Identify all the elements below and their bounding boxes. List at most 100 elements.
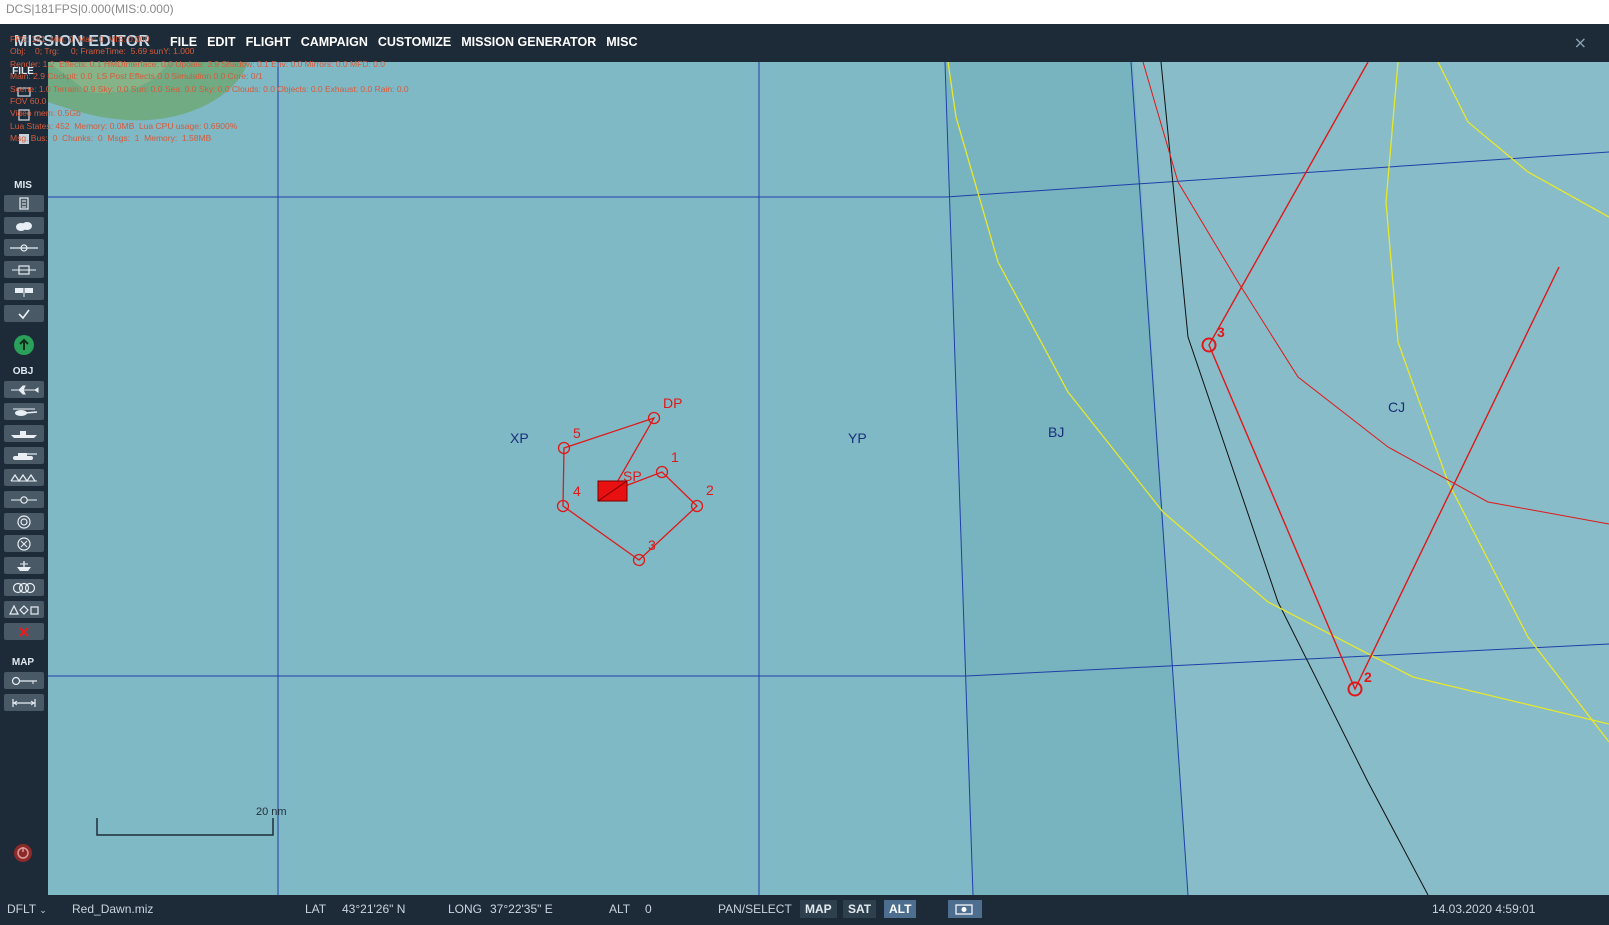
route-small-wp-label: 2: [706, 482, 714, 498]
cloud-icon: [16, 221, 32, 231]
delete-button[interactable]: [4, 623, 44, 640]
add-airbase-button[interactable]: [4, 557, 44, 574]
add-zone-button[interactable]: [4, 513, 44, 530]
window-titlebar: DCS|181FPS|0.000(MIS:0.000): [0, 0, 1609, 24]
grid-label-cj: CJ: [1388, 399, 1405, 415]
check-mission-button[interactable]: [4, 305, 44, 322]
route-large-wp-label: 2: [1364, 669, 1372, 685]
sea-region-light: [1133, 62, 1609, 895]
add-template-button[interactable]: [4, 579, 44, 596]
route-large-wp-label: 3: [1217, 324, 1225, 340]
document-icon: [19, 197, 29, 210]
menu-flight[interactable]: FLIGHT: [246, 35, 291, 49]
alt-value: 0: [645, 902, 652, 916]
map-view-button[interactable]: MAP: [800, 900, 837, 918]
add-static-button[interactable]: [4, 469, 44, 486]
goals-button[interactable]: [4, 261, 44, 278]
sat-view-button[interactable]: SAT: [843, 900, 877, 918]
add-trigger-zone-button[interactable]: [4, 491, 44, 508]
arrow-up-icon: [19, 338, 29, 350]
flags-button[interactable]: [4, 283, 44, 300]
menu-file[interactable]: FILE: [170, 35, 197, 49]
group-circles-icon: [12, 582, 36, 593]
route-small-wp-label: 3: [648, 537, 656, 553]
add-vehicle-button[interactable]: [4, 447, 44, 464]
long-value: 37°22'35" E: [490, 902, 553, 916]
chevron-down-icon: ⌄: [39, 905, 47, 915]
left-toolbar: FILE MIS OBJ MAP: [0, 62, 48, 895]
add-ship-button[interactable]: [4, 425, 44, 442]
ruler-button[interactable]: [4, 694, 44, 711]
long-label: LONG: [448, 902, 483, 916]
route-small-path: [562, 416, 698, 561]
obj-section-label: OBJ: [12, 366, 34, 377]
file-saveas-button[interactable]: [4, 130, 44, 147]
menu-mission-generator[interactable]: MISSION GENERATOR: [461, 35, 596, 49]
menu-misc[interactable]: MISC: [606, 35, 637, 49]
mis-section-label: MIS: [14, 180, 32, 191]
target-icon: [17, 514, 31, 529]
map-section-label: MAP: [11, 657, 35, 668]
grid-label-xp: XP: [510, 430, 529, 446]
file-section-label: FILE: [12, 66, 34, 77]
checkmark-icon: [18, 309, 30, 319]
ship-icon: [11, 430, 37, 438]
route-small-wp-label: DP: [663, 395, 682, 411]
airplane-icon: [11, 385, 39, 394]
menu-campaign[interactable]: CAMPAIGN: [301, 35, 368, 49]
grid-label-bj: BJ: [1048, 424, 1064, 440]
camera-icon: [955, 904, 973, 915]
menu-edit[interactable]: EDIT: [207, 35, 235, 49]
map-options-button[interactable]: [4, 672, 44, 689]
crosshair-circle-icon: [17, 536, 31, 551]
alt-view-button[interactable]: ALT: [884, 900, 917, 918]
mission-briefing-button[interactable]: [4, 195, 44, 212]
shapes-icon: [9, 604, 39, 615]
exit-icon: [17, 847, 29, 859]
add-helicopter-button[interactable]: [4, 403, 44, 420]
mission-datetime: 14.03.2020 4:59:01: [1432, 902, 1536, 916]
add-drawing-button[interactable]: [4, 601, 44, 618]
route-small-wp-label: 4: [573, 483, 581, 499]
route-small-wp-label: 1: [671, 449, 679, 465]
mission-editor-app: MISSION EDITOR FILE EDIT FLIGHT CAMPAIGN…: [0, 24, 1609, 925]
route-small-wp-label: 5: [573, 425, 581, 441]
route-small-labels: DP 5 4 3 2 1 SP: [573, 395, 714, 553]
window-title: DCS|181FPS|0.000(MIS:0.000): [6, 2, 174, 16]
helicopter-icon: [13, 408, 38, 416]
map-canvas[interactable]: 3 2 DP 5 4 3 2 1 SP XP YP BJ CJ 20 nm: [48, 62, 1609, 895]
map-viewport[interactable]: 3 2 DP 5 4 3 2 1 SP XP YP BJ CJ 20 nm: [48, 62, 1609, 895]
mode-dropdown[interactable]: DFLT ⌄: [7, 902, 47, 916]
key-icon: [11, 676, 37, 685]
file-open-button[interactable]: [4, 82, 44, 99]
close-button[interactable]: ×: [1574, 33, 1587, 52]
route-icon: [10, 243, 38, 252]
status-bar: DFLT ⌄ Red_Dawn.miz LAT 43°21'26" N LONG…: [0, 895, 1609, 925]
static-object-icon: [10, 473, 37, 482]
exit-button[interactable]: [14, 844, 32, 862]
tank-icon: [13, 452, 37, 460]
trigger-button[interactable]: [4, 239, 44, 256]
folder-icon: [17, 86, 31, 97]
pan-select-mode[interactable]: PAN/SELECT: [718, 902, 792, 916]
delete-x-icon: [19, 626, 29, 637]
add-airplane-button[interactable]: [4, 381, 44, 398]
fly-mission-button[interactable]: [14, 335, 34, 355]
save-icon: [18, 108, 30, 121]
lat-label: LAT: [305, 902, 327, 916]
lat-value: 43°21'26" N: [342, 902, 406, 916]
file-save-button[interactable]: [4, 106, 44, 123]
airbase-icon: [17, 560, 31, 571]
weather-button[interactable]: [4, 217, 44, 234]
flag-icon: [15, 287, 33, 297]
screenshot-button[interactable]: [948, 900, 982, 918]
ruler-icon: [12, 698, 36, 707]
alt-label: ALT: [609, 902, 631, 916]
mode-value: DFLT: [7, 902, 36, 916]
add-nav-point-button[interactable]: [4, 535, 44, 552]
menu-bar: MISSION EDITOR FILE EDIT FLIGHT CAMPAIGN…: [0, 24, 1609, 62]
menu-items: FILE EDIT FLIGHT CAMPAIGN CUSTOMIZE MISS…: [170, 35, 637, 49]
menu-customize[interactable]: CUSTOMIZE: [378, 35, 451, 49]
scale-bar-label: 20 nm: [256, 806, 287, 818]
scale-bar: [96, 818, 274, 836]
